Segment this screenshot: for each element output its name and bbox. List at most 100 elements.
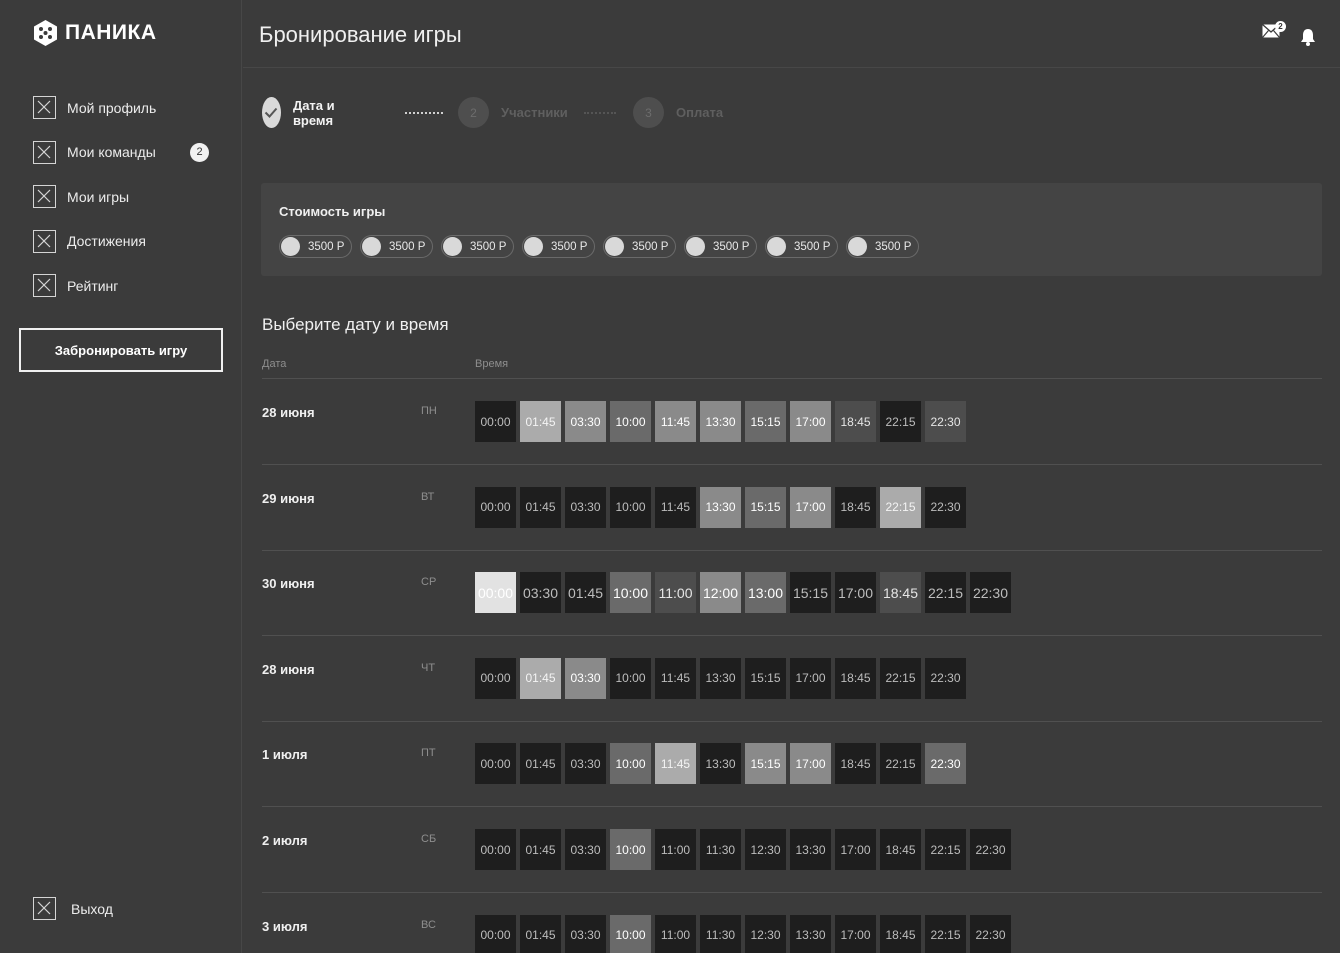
time-slot[interactable]: 13:30 xyxy=(790,914,831,953)
time-slot[interactable]: 11:45 xyxy=(655,657,696,699)
mail-button[interactable]: 2 xyxy=(1262,21,1286,43)
step-date-time[interactable]: Дата и время xyxy=(262,97,345,128)
time-slot[interactable]: 18:45 xyxy=(835,743,876,785)
time-slot[interactable]: 17:00 xyxy=(835,829,876,870)
price-option[interactable]: 3500 Р xyxy=(441,235,514,258)
logout-button[interactable]: Выход xyxy=(33,897,113,920)
time-slot[interactable]: 03:30 xyxy=(565,743,606,785)
sidebar-item[interactable]: Мой профиль xyxy=(33,96,213,119)
time-slot[interactable]: 22:15 xyxy=(880,657,921,699)
time-slot[interactable]: 01:45 xyxy=(520,401,561,442)
time-slot[interactable]: 10:00 xyxy=(610,486,651,528)
sidebar-item[interactable]: Достижения xyxy=(33,229,213,253)
time-slot[interactable]: 01:45 xyxy=(520,657,561,699)
price-option[interactable]: 3500 Р xyxy=(522,235,595,258)
time-slot[interactable]: 00:00 xyxy=(475,743,516,785)
price-option[interactable]: 3500 Р xyxy=(279,235,352,258)
time-slot[interactable]: 11:45 xyxy=(655,401,696,442)
time-slot[interactable]: 22:30 xyxy=(925,486,966,528)
time-slot[interactable]: 10:00 xyxy=(610,401,651,442)
time-slot[interactable]: 18:45 xyxy=(880,829,921,870)
time-slot[interactable]: 22:15 xyxy=(925,914,966,953)
time-slot[interactable]: 10:00 xyxy=(610,743,651,785)
price-option[interactable]: 3500 Р xyxy=(684,235,757,258)
time-slot[interactable]: 22:15 xyxy=(925,572,966,614)
price-option[interactable]: 3500 Р xyxy=(765,235,838,258)
time-slot[interactable]: 17:00 xyxy=(835,572,876,614)
time-slot[interactable]: 11:00 xyxy=(655,572,696,614)
time-slot[interactable]: 12:30 xyxy=(745,829,786,870)
time-slot[interactable]: 22:30 xyxy=(970,914,1011,953)
time-slot[interactable]: 17:00 xyxy=(790,401,831,442)
time-slot[interactable]: 22:30 xyxy=(925,401,966,442)
time-slot[interactable]: 22:30 xyxy=(970,829,1011,870)
time-slot[interactable]: 22:30 xyxy=(970,572,1011,614)
price-option[interactable]: 3500 Р xyxy=(846,235,919,258)
time-slot[interactable]: 13:30 xyxy=(790,829,831,870)
time-slot[interactable]: 00:00 xyxy=(475,657,516,699)
time-slot[interactable]: 11:00 xyxy=(655,914,696,953)
time-slot[interactable]: 00:00 xyxy=(475,486,516,528)
time-slot[interactable]: 01:45 xyxy=(520,914,561,953)
time-slot[interactable]: 15:15 xyxy=(745,486,786,528)
time-slot[interactable]: 11:45 xyxy=(655,743,696,785)
price-option[interactable]: 3500 Р xyxy=(360,235,433,258)
time-slot[interactable]: 15:15 xyxy=(790,572,831,614)
time-slot[interactable]: 00:00 xyxy=(475,401,516,442)
time-slot[interactable]: 22:15 xyxy=(880,743,921,785)
time-slot[interactable]: 03:30 xyxy=(565,829,606,870)
time-slot[interactable]: 11:45 xyxy=(655,486,696,528)
time-slot[interactable]: 11:30 xyxy=(700,829,741,870)
time-slot[interactable]: 15:15 xyxy=(745,743,786,785)
price-option[interactable]: 3500 Р xyxy=(603,235,676,258)
time-slot[interactable]: 01:45 xyxy=(520,829,561,870)
time-slot[interactable]: 15:15 xyxy=(745,657,786,699)
time-slot[interactable]: 22:15 xyxy=(880,401,921,442)
time-slot[interactable]: 13:30 xyxy=(700,743,741,785)
time-slot[interactable]: 10:00 xyxy=(610,829,651,870)
time-slot[interactable]: 13:00 xyxy=(745,572,786,614)
time-slot[interactable]: 17:00 xyxy=(790,743,831,785)
time-slot[interactable]: 10:00 xyxy=(610,572,651,614)
time-slot[interactable]: 13:30 xyxy=(700,401,741,442)
time-slot[interactable]: 03:30 xyxy=(565,401,606,442)
sidebar-item[interactable]: Мои игры xyxy=(33,185,213,208)
time-slot[interactable]: 18:45 xyxy=(835,401,876,442)
time-slot[interactable]: 22:30 xyxy=(925,743,966,785)
time-slot[interactable]: 18:45 xyxy=(835,486,876,528)
time-slot[interactable]: 17:00 xyxy=(835,914,876,953)
time-slot[interactable]: 01:45 xyxy=(520,486,561,528)
time-slot[interactable]: 01:45 xyxy=(520,743,561,785)
sidebar-item[interactable]: Мои команды 2 xyxy=(33,140,213,164)
time-slot[interactable]: 03:30 xyxy=(565,914,606,953)
sidebar-item[interactable]: Рейтинг xyxy=(33,274,213,297)
time-slot[interactable]: 01:45 xyxy=(565,572,606,614)
time-slot[interactable]: 17:00 xyxy=(790,657,831,699)
time-slot[interactable]: 10:00 xyxy=(610,914,651,953)
notifications-button[interactable] xyxy=(1300,28,1316,51)
time-slot[interactable]: 18:45 xyxy=(835,657,876,699)
time-slot[interactable]: 12:30 xyxy=(745,914,786,953)
time-slot[interactable]: 18:45 xyxy=(880,914,921,953)
time-slot[interactable]: 12:00 xyxy=(700,572,741,614)
time-slot[interactable]: 10:00 xyxy=(610,657,651,699)
time-slot[interactable]: 18:45 xyxy=(880,572,921,614)
time-slot[interactable]: 11:00 xyxy=(655,829,696,870)
time-slot[interactable]: 00:00 xyxy=(475,914,516,953)
time-slot[interactable]: 03:30 xyxy=(520,572,561,614)
time-slot[interactable]: 00:00 xyxy=(475,572,516,614)
time-slot[interactable]: 13:30 xyxy=(700,657,741,699)
logo[interactable]: ПАНИКА xyxy=(33,19,157,47)
time-slot[interactable]: 00:00 xyxy=(475,829,516,870)
time-slot[interactable]: 03:30 xyxy=(565,657,606,699)
time-slot[interactable]: 03:30 xyxy=(565,486,606,528)
time-slot[interactable]: 22:15 xyxy=(880,486,921,528)
step-participants[interactable]: 2 Участники xyxy=(458,97,568,128)
time-slot[interactable]: 22:15 xyxy=(925,829,966,870)
book-game-button[interactable]: Забронировать игру xyxy=(19,328,223,372)
time-slot[interactable]: 22:30 xyxy=(925,657,966,699)
time-slot[interactable]: 17:00 xyxy=(790,486,831,528)
time-slot[interactable]: 11:30 xyxy=(700,914,741,953)
time-slot[interactable]: 15:15 xyxy=(745,401,786,442)
step-payment[interactable]: 3 Оплата xyxy=(633,97,723,128)
